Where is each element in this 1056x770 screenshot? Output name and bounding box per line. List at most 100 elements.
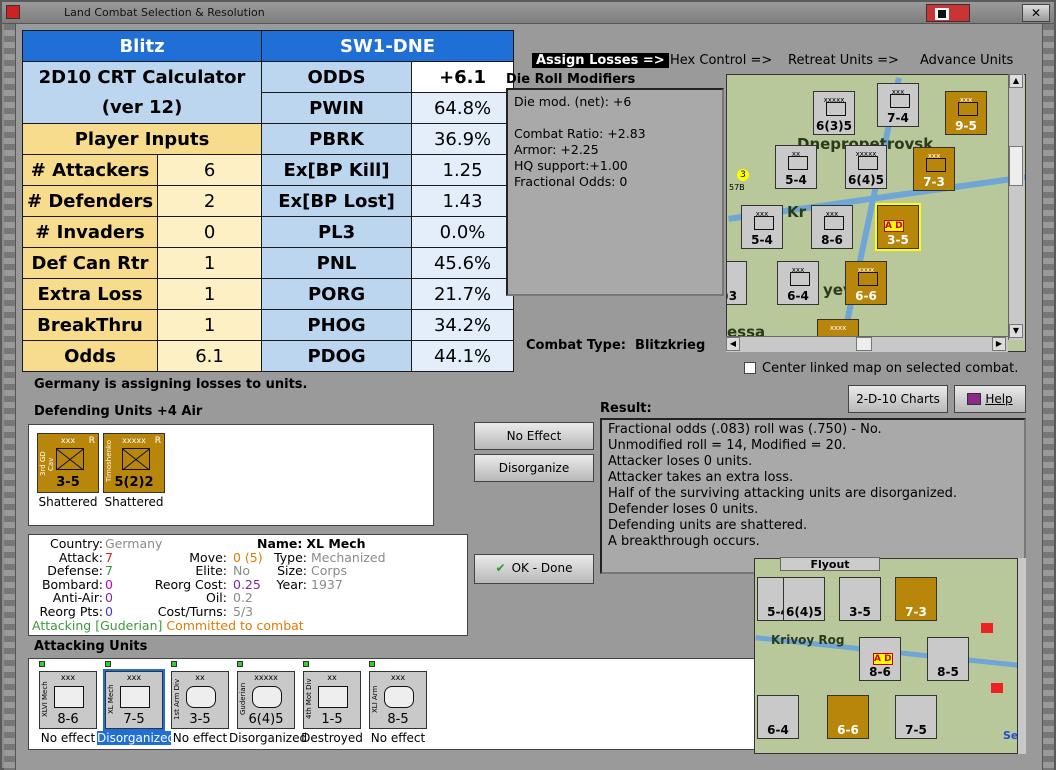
input-label: Def Can Rtr bbox=[21, 247, 159, 279]
flyout-counter[interactable]: 6(4)5 bbox=[783, 577, 825, 621]
stat-label: PNL bbox=[261, 247, 413, 279]
result-line: A breakthrough occurs. bbox=[608, 534, 760, 549]
disorganize-button[interactable]: Disorganize bbox=[474, 454, 594, 482]
armor-symbol-icon bbox=[186, 686, 216, 708]
map-counter[interactable]: 3)3 bbox=[727, 261, 747, 305]
no-effect-button[interactable]: No Effect bbox=[474, 422, 594, 450]
info-value: Mechanized bbox=[311, 549, 386, 565]
scroll-down-icon[interactable]: ▼ bbox=[1009, 324, 1023, 338]
flyout-counter[interactable]: 7-3 bbox=[895, 577, 937, 621]
die-roll-title: Die Roll Modifiers bbox=[506, 72, 636, 87]
map-counter[interactable]: xxxxx 6(4)5 bbox=[845, 145, 887, 189]
counter-value: 9-5 bbox=[955, 119, 977, 133]
input-value: 2 bbox=[157, 185, 263, 217]
map-horizontal-scrollbar[interactable]: ◀ ▶ bbox=[726, 336, 1008, 352]
info-keys-right: Type: Size: Year: bbox=[274, 550, 307, 592]
tab-advance-units[interactable]: Advance Units bbox=[920, 53, 1013, 68]
attacker-unit[interactable]: xxx XLVI Mech 8-6 No effect bbox=[35, 661, 101, 745]
attacking-title: Attacking Units bbox=[34, 639, 148, 654]
map-vertical-scrollbar[interactable]: ▲ ▼ bbox=[1008, 74, 1024, 340]
center-linked-checkbox[interactable]: Center linked map on selected combat. bbox=[744, 361, 1018, 376]
scroll-up-icon[interactable]: ▲ bbox=[1009, 74, 1023, 88]
tab-hex-control[interactable]: Hex Control => bbox=[670, 53, 772, 68]
flyout-scrollbar[interactable] bbox=[1018, 558, 1026, 754]
map-counter[interactable]: xxx 6-4 bbox=[777, 261, 819, 305]
tab-assign-losses[interactable]: Assign Losses => bbox=[532, 53, 669, 68]
counter-value: 5-4 bbox=[751, 233, 773, 247]
map-counter[interactable]: xxx 8-6 bbox=[811, 205, 853, 249]
unit-counter: xxxxx Guderian 6(4)5 bbox=[237, 671, 295, 729]
calc-version: (ver 12) bbox=[101, 96, 183, 118]
scroll-thumb[interactable] bbox=[856, 337, 872, 351]
city-label: Krivoy Rog bbox=[771, 633, 845, 647]
info-key: Reorg Pts: bbox=[39, 603, 103, 619]
unit-name-value: XL Mech bbox=[306, 536, 366, 551]
scroll-right-icon[interactable]: ▶ bbox=[992, 337, 1006, 351]
pin-icon bbox=[369, 661, 375, 667]
combat-window: Land Combat Selection & Resolution ✕ Bli… bbox=[0, 0, 1056, 770]
right-frame bbox=[1042, 24, 1054, 770]
tab-retreat-units[interactable]: Retreat Units => bbox=[788, 53, 899, 68]
scenario-label: SW1-DNE bbox=[261, 30, 515, 62]
map-counter[interactable]: xxxx 6-6 bbox=[845, 261, 887, 305]
flyout-title: Flyout bbox=[780, 557, 880, 571]
info-status: Attacking [Guderian] Committed to combat bbox=[32, 619, 304, 633]
map-counter[interactable]: xxx 7-4 bbox=[877, 83, 919, 127]
checkbox-icon[interactable] bbox=[744, 362, 756, 374]
charts-button[interactable]: 2-D-10 Charts bbox=[848, 385, 948, 413]
flyout-counter[interactable]: 3-5 bbox=[839, 577, 881, 621]
attacker-unit-selected[interactable]: xxx XL Mech 7-5 Disorganized bbox=[97, 661, 175, 745]
unit-status: Disorganized bbox=[97, 731, 176, 745]
scroll-left-icon[interactable]: ◀ bbox=[726, 337, 740, 351]
title-bar[interactable]: Land Combat Selection & Resolution ✕ bbox=[2, 2, 1054, 24]
info-keys-mid: Move: Elite: Reorg Cost: Oil: Cost/Turns… bbox=[155, 537, 227, 618]
input-label: Odds bbox=[21, 340, 159, 372]
flyout-counter[interactable]: 6-4 bbox=[757, 695, 799, 739]
scroll-thumb[interactable] bbox=[1009, 146, 1023, 186]
mech-symbol-icon bbox=[54, 686, 84, 708]
committed-status: Committed to combat bbox=[166, 618, 304, 633]
counter-value: 5-4 bbox=[785, 173, 807, 187]
counter-value: 6(3)5 bbox=[815, 119, 853, 133]
die-roll-box: Die mod. (net): +6 Combat Ratio: +2.83 A… bbox=[506, 88, 724, 296]
map-counter[interactable]: xxx 5-4 bbox=[741, 205, 783, 249]
attacker-unit[interactable]: xx 1st Arm Div 3-5 No effect bbox=[167, 661, 233, 745]
linked-map[interactable]: Dnepropetrovsk Kr yev essa xxxxx 6(3)5 xx… bbox=[726, 74, 1026, 352]
defender-unit[interactable]: xxxxx R Timoshenko 5(2)2 Shattered bbox=[103, 433, 165, 519]
counter-value: 3)3 bbox=[727, 289, 738, 303]
help-button[interactable]: Help bbox=[954, 385, 1026, 413]
defender-unit[interactable]: xxx R 3rd GD Cav 3-5 Shattered bbox=[37, 433, 99, 519]
attacker-unit[interactable]: xxxxx Guderian 6(4)5 Disorganized bbox=[229, 661, 307, 745]
map-counter[interactable]: xxx 7-3 bbox=[913, 147, 955, 191]
map-counter[interactable]: xxxxx 6(3)5 bbox=[813, 91, 855, 135]
unit-value: 1-5 bbox=[321, 712, 343, 727]
result-line: Attacker takes an extra loss. bbox=[608, 470, 794, 485]
window-title: Land Combat Selection & Resolution bbox=[64, 6, 265, 19]
close-button[interactable]: ✕ bbox=[1022, 4, 1050, 22]
result-line: Defending units are shattered. bbox=[608, 518, 808, 533]
attacker-unit[interactable]: xx 4th Mot Div 1-5 Destroyed bbox=[299, 661, 365, 745]
badge-57b: 57B bbox=[729, 183, 745, 192]
infantry-symbol-icon bbox=[122, 448, 150, 470]
unit-counter: xxx R 3rd GD Cav 3-5 bbox=[37, 433, 99, 493]
selected-map-counter[interactable]: A D 3-5 bbox=[875, 203, 921, 251]
attacker-unit[interactable]: xxx XLI Arm 8-5 No effect bbox=[365, 661, 431, 745]
flyout-counter[interactable]: 6-6 bbox=[827, 695, 869, 739]
unit-value: 8-6 bbox=[57, 712, 79, 727]
map-counter[interactable]: xxx 9-5 bbox=[945, 91, 987, 135]
info-key: Cost/Turns: bbox=[157, 603, 227, 619]
unit-counter: xxx XL Mech 7-5 bbox=[103, 669, 165, 731]
flyout-counter[interactable]: 8-5 bbox=[927, 637, 969, 681]
unit-status: Shattered bbox=[104, 495, 164, 509]
die-line: Die mod. (net): +6 bbox=[514, 94, 632, 109]
ok-done-button[interactable]: ✔ OK - Done bbox=[474, 554, 594, 584]
unit-symbol-icon bbox=[890, 94, 910, 108]
stat-value: 45.6% bbox=[411, 247, 515, 279]
flyout-map[interactable]: Krivoy Rog Se 5-4 6(4)5 3-5 7-3 8-6 8-5 … bbox=[754, 558, 1018, 754]
map-counter[interactable]: xx 5-4 bbox=[775, 145, 817, 189]
flyout-counter[interactable]: 7-5 bbox=[895, 695, 937, 739]
counter-value: 7-5 bbox=[905, 723, 927, 737]
info-key: Country: bbox=[50, 536, 103, 551]
unit-status: No effect bbox=[172, 731, 228, 745]
